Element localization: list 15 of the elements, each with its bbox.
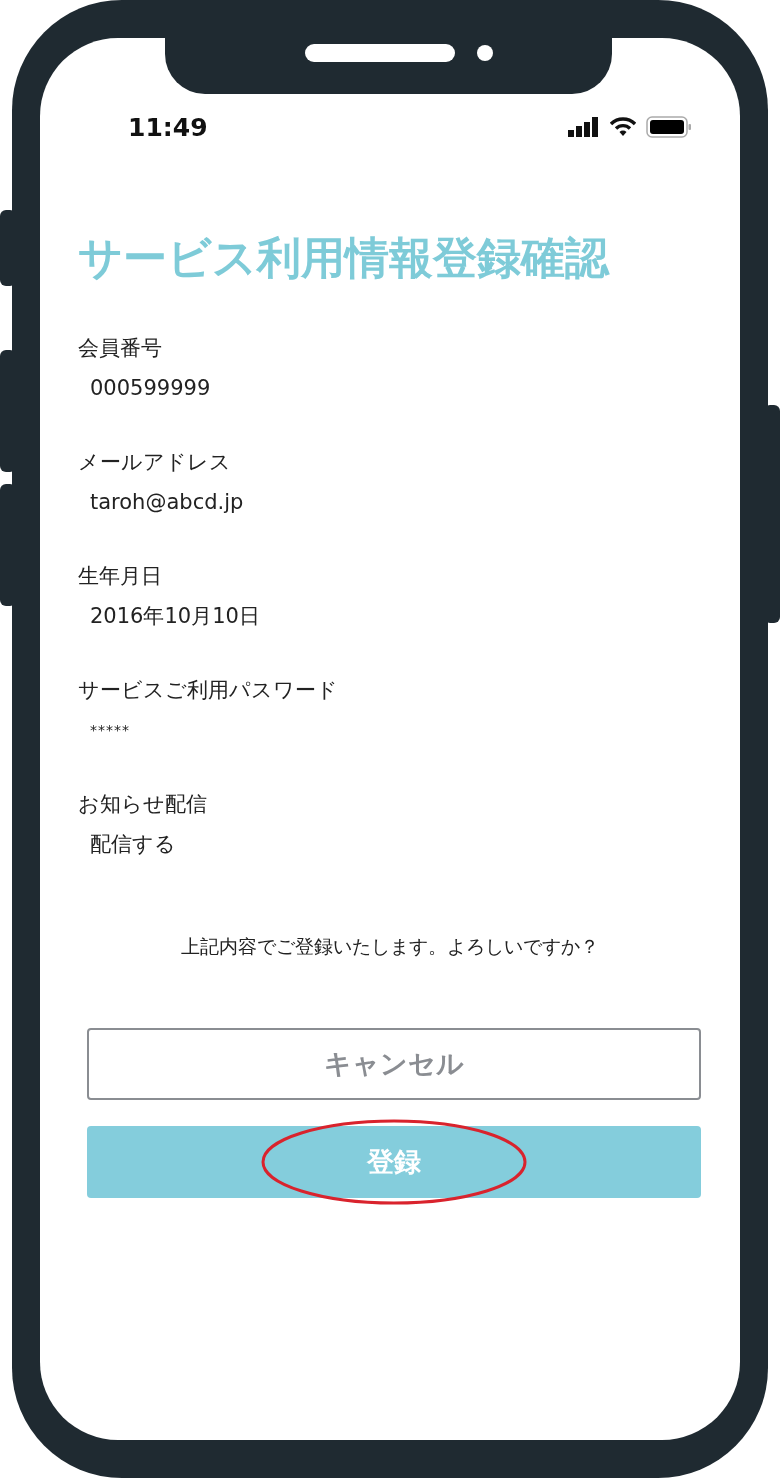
field-value: 000599999 [90, 375, 212, 402]
masked-value: ***** [90, 721, 131, 740]
field-value: 配信する [90, 831, 177, 858]
cancel-button[interactable]: キャンセル [87, 1028, 701, 1100]
field-label: 会員番号 [78, 335, 163, 362]
field-value: taroh@abcd.jp [90, 489, 245, 516]
status-time: 11:49 [128, 112, 208, 142]
field-label: お知らせ配信 [78, 791, 208, 818]
field-value: 2016年10月10日 [90, 603, 261, 630]
field-label: メールアドレス [78, 449, 232, 476]
register-button[interactable]: 登録 [87, 1126, 701, 1198]
confirm-message: 上記内容でご登録いたします。よろしいですか？ [180, 934, 600, 959]
field-label: サービスご利用パスワード [78, 677, 339, 704]
page-title: サービス利用情報登録確認 [78, 231, 611, 285]
field-label: 生年月日 [78, 563, 163, 590]
